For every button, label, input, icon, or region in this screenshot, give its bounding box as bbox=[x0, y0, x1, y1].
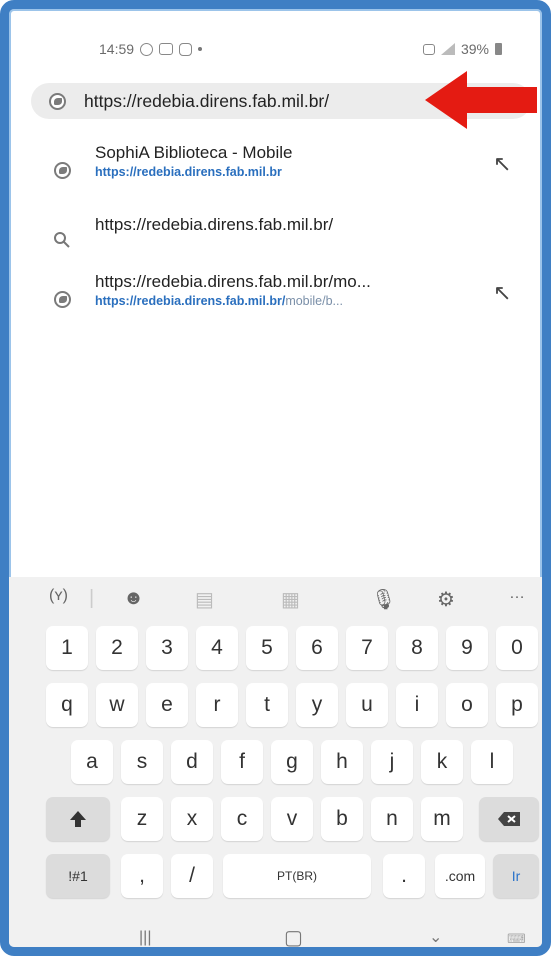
status-bar: 14:59 39% bbox=[99, 37, 502, 61]
keyboard-toolbar: (ʏ) | ☻ ▤ ▦ 🎙 ⚙ … bbox=[9, 577, 542, 623]
keyboard-icon[interactable]: ▦ bbox=[281, 587, 300, 612]
suggestion-item[interactable]: https://redebia.direns.fab.mil.br/mo... … bbox=[9, 272, 539, 332]
recents-icon[interactable]: ||| bbox=[139, 929, 151, 947]
key[interactable]: m bbox=[421, 797, 463, 841]
key[interactable]: l bbox=[471, 740, 513, 784]
key[interactable]: w bbox=[96, 683, 138, 727]
instagram-icon bbox=[179, 42, 193, 56]
globe-icon bbox=[53, 290, 71, 308]
key[interactable]: z bbox=[121, 797, 163, 841]
mail-icon bbox=[159, 43, 174, 55]
key[interactable]: b bbox=[321, 797, 363, 841]
key[interactable]: 3 bbox=[146, 626, 188, 670]
key[interactable]: y bbox=[296, 683, 338, 727]
more-icon[interactable]: … bbox=[509, 585, 525, 603]
key[interactable]: i bbox=[396, 683, 438, 727]
shift-key[interactable] bbox=[46, 797, 110, 841]
key[interactable]: s bbox=[121, 740, 163, 784]
keyboard: (ʏ) | ☻ ▤ ▦ 🎙 ⚙ … 1 2 3 4 5 6 7 8 9 0 q … bbox=[9, 577, 542, 947]
fill-arrow-icon[interactable]: ↖ bbox=[493, 151, 511, 177]
red-arrow-annotation bbox=[425, 71, 537, 129]
key[interactable]: h bbox=[321, 740, 363, 784]
key[interactable]: u bbox=[346, 683, 388, 727]
navigation-bar: ||| ▢ ⌄ ⌨ bbox=[9, 913, 542, 947]
key[interactable]: 6 bbox=[296, 626, 338, 670]
whatsapp-icon bbox=[140, 42, 154, 56]
clock: 14:59 bbox=[99, 41, 135, 57]
key[interactable]: x bbox=[171, 797, 213, 841]
key[interactable]: 1 bbox=[46, 626, 88, 670]
key[interactable]: e bbox=[146, 683, 188, 727]
mic-icon[interactable]: 🎙 bbox=[371, 587, 396, 612]
slash-key[interactable]: / bbox=[171, 854, 213, 898]
symbols-key[interactable]: !#1 bbox=[46, 854, 110, 898]
gear-icon[interactable]: ⚙ bbox=[437, 587, 455, 612]
suggestion-title: SophiA Biblioteca - Mobile bbox=[95, 143, 293, 162]
go-key[interactable]: Ir bbox=[493, 854, 539, 898]
backspace-key[interactable] bbox=[479, 797, 539, 841]
key[interactable]: k bbox=[421, 740, 463, 784]
comma-key[interactable]: , bbox=[121, 854, 163, 898]
key[interactable]: p bbox=[496, 683, 538, 727]
battery-text: 39% bbox=[460, 41, 489, 57]
dotcom-key[interactable]: .com bbox=[435, 854, 485, 898]
key[interactable]: 7 bbox=[346, 626, 388, 670]
key[interactable]: o bbox=[446, 683, 488, 727]
key[interactable]: n bbox=[371, 797, 413, 841]
suggestion-url-host: https://redebia.direns.fab.mil.br bbox=[95, 165, 282, 179]
key[interactable]: 5 bbox=[246, 626, 288, 670]
suggestion-url-host: https://redebia.direns.fab.mil.br/ bbox=[95, 294, 286, 308]
globe-icon bbox=[53, 161, 71, 179]
battery-icon bbox=[495, 43, 502, 55]
letter-row-2: a s d f g h j k l bbox=[9, 740, 542, 790]
keyboard-switch-icon[interactable]: ⌨ bbox=[507, 931, 526, 947]
letter-row-1: q w e r t y u i o p bbox=[9, 683, 542, 733]
key[interactable]: f bbox=[221, 740, 263, 784]
divider: | bbox=[89, 587, 95, 609]
suggestion-url: https://redebia.direns.fab.mil.br/mobile… bbox=[95, 294, 343, 308]
key[interactable]: q bbox=[46, 683, 88, 727]
clipboard-icon[interactable]: ▤ bbox=[195, 587, 214, 612]
key[interactable]: 8 bbox=[396, 626, 438, 670]
bottom-key-row: !#1 , / PT(BR) . .com Ir bbox=[9, 854, 542, 904]
suggestion-item[interactable]: SophiA Biblioteca - Mobile https://redeb… bbox=[9, 143, 539, 203]
shift-icon bbox=[70, 811, 86, 827]
search-icon bbox=[54, 232, 70, 248]
number-row: 1 2 3 4 5 6 7 8 9 0 bbox=[9, 626, 542, 676]
key[interactable]: t bbox=[246, 683, 288, 727]
signal-icon bbox=[440, 43, 455, 55]
key[interactable]: 0 bbox=[496, 626, 538, 670]
key[interactable]: g bbox=[271, 740, 313, 784]
key[interactable]: 2 bbox=[96, 626, 138, 670]
key[interactable]: 4 bbox=[196, 626, 238, 670]
hide-keyboard-icon[interactable]: ⌄ bbox=[429, 927, 442, 947]
key[interactable]: 9 bbox=[446, 626, 488, 670]
suggestion-url-path: mobile/b... bbox=[285, 294, 343, 308]
suggestion-url: https://redebia.direns.fab.mil.br bbox=[95, 165, 282, 179]
key[interactable]: v bbox=[271, 797, 313, 841]
globe-icon bbox=[49, 92, 66, 110]
suggestion-title: https://redebia.direns.fab.mil.br/mo... bbox=[95, 272, 371, 291]
key[interactable]: c bbox=[221, 797, 263, 841]
suggestion-title: https://redebia.direns.fab.mil.br/ bbox=[95, 215, 334, 234]
alarm-icon bbox=[422, 43, 435, 55]
key[interactable]: d bbox=[171, 740, 213, 784]
home-icon[interactable]: ▢ bbox=[284, 925, 303, 947]
backspace-icon bbox=[498, 812, 520, 826]
sticker-icon[interactable]: (ʏ) bbox=[49, 587, 68, 605]
fill-arrow-icon[interactable]: ↖ bbox=[493, 280, 511, 306]
period-key[interactable]: . bbox=[383, 854, 425, 898]
phone-screen: 14:59 39% https://redebia.direns.fab.mil… bbox=[0, 0, 551, 956]
url-input[interactable]: https://redebia.direns.fab.mil.br/ bbox=[84, 91, 329, 112]
letter-row-3: z x c v b n m bbox=[9, 797, 542, 847]
more-notifications-icon bbox=[198, 47, 203, 51]
key[interactable]: j bbox=[371, 740, 413, 784]
space-key[interactable]: PT(BR) bbox=[223, 854, 371, 898]
suggestion-item[interactable]: https://redebia.direns.fab.mil.br/ bbox=[9, 213, 539, 273]
emoji-icon[interactable]: ☻ bbox=[123, 587, 144, 610]
key[interactable]: a bbox=[71, 740, 113, 784]
key[interactable]: r bbox=[196, 683, 238, 727]
